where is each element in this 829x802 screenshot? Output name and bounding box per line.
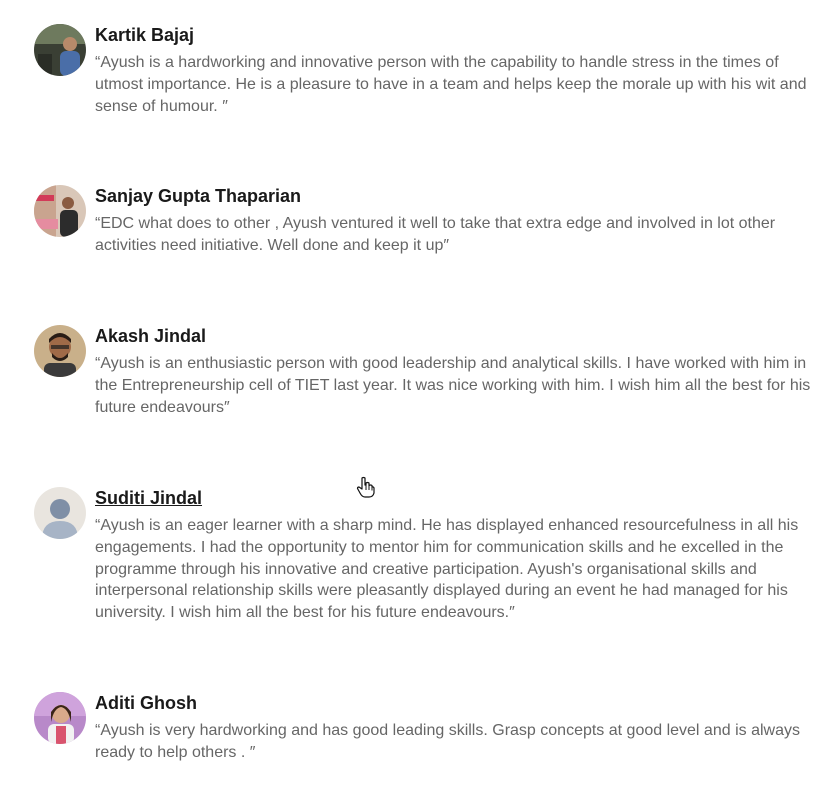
profile-photo-icon[interactable]: [34, 325, 86, 377]
recommender-name[interactable]: Aditi Ghosh: [95, 692, 197, 714]
recommendation-quote: “Ayush is a hardworking and innovative p…: [95, 54, 807, 115]
recommendation-quote: “Ayush is very hardworking and has good …: [95, 722, 800, 761]
hand-pointer-cursor-icon: [356, 476, 376, 498]
profile-photo-icon[interactable]: [34, 24, 86, 76]
recommender-name[interactable]: Suditi Jindal: [95, 487, 202, 509]
recommendation-quote: “Ayush is an eager learner with a sharp …: [95, 517, 799, 622]
recommender-name[interactable]: Kartik Bajaj: [95, 24, 194, 46]
recommendation-quote: “EDC what does to other , Ayush ventured…: [95, 215, 776, 254]
profile-photo-icon[interactable]: [34, 692, 86, 744]
recommender-name[interactable]: Akash Jindal: [95, 325, 206, 347]
recommendation-quote: “Ayush is an enthusiastic person with go…: [95, 355, 811, 416]
recommender-name[interactable]: Sanjay Gupta Thaparian: [95, 185, 301, 207]
default-avatar-icon[interactable]: [34, 487, 86, 539]
profile-photo-icon[interactable]: [34, 185, 86, 237]
